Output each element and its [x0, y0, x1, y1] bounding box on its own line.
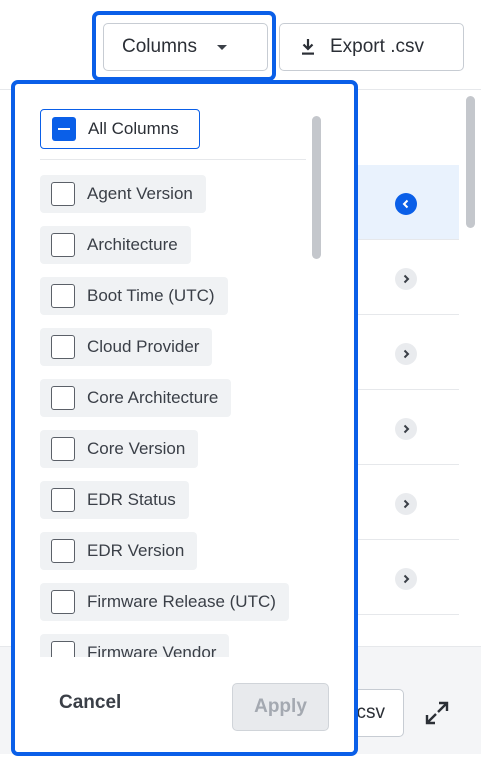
column-option-edr-version[interactable]: EDR Version — [40, 532, 198, 570]
dropdown-footer: Cancel Apply — [15, 657, 354, 752]
caret-down-icon — [216, 44, 227, 50]
checkbox-icon — [51, 386, 75, 410]
column-option-label: Firmware Vendor — [87, 643, 217, 657]
table-row[interactable] — [355, 390, 459, 465]
all-columns-divider — [40, 159, 306, 160]
download-icon — [302, 39, 314, 55]
fullscreen-button[interactable] — [421, 697, 453, 729]
column-option-core-architecture[interactable]: Core Architecture — [40, 379, 232, 417]
checkbox-icon — [51, 335, 75, 359]
checkbox-icon — [51, 284, 75, 308]
column-option-label: Core Architecture — [87, 388, 219, 407]
column-option-firmware-vendor[interactable]: Firmware Vendor — [40, 634, 230, 657]
column-option-label: Core Version — [87, 439, 186, 458]
apply-button[interactable]: Apply — [232, 683, 329, 731]
column-options-list: Agent Version Architecture Boot Time (UT… — [15, 175, 335, 657]
column-option-edr-status[interactable]: EDR Status — [40, 481, 189, 519]
checkbox-icon — [51, 539, 75, 563]
table-row[interactable] — [355, 540, 459, 615]
all-columns-label: All Columns — [88, 119, 179, 138]
row-collapse-button[interactable] — [395, 193, 417, 215]
table-row[interactable] — [355, 240, 459, 315]
chevron-right-icon — [403, 424, 410, 434]
row-expand-button[interactable] — [395, 493, 417, 515]
checkbox-icon — [51, 488, 75, 512]
column-option-architecture[interactable]: Architecture — [40, 226, 191, 264]
list-scrollbar-thumb[interactable] — [312, 116, 321, 259]
checkbox-icon — [51, 182, 75, 206]
row-expand-button[interactable] — [395, 268, 417, 290]
row-expand-button[interactable] — [395, 418, 417, 440]
columns-button[interactable]: Columns — [103, 23, 268, 71]
column-option-boot-time[interactable]: Boot Time (UTC) — [40, 277, 228, 315]
column-option-label: Agent Version — [87, 184, 193, 203]
chevron-right-icon — [403, 274, 410, 284]
all-columns-checkbox[interactable]: All Columns — [40, 109, 200, 149]
column-option-label: Architecture — [87, 235, 178, 254]
checkbox-icon — [51, 437, 75, 461]
chevron-right-icon — [403, 574, 410, 584]
checkbox-icon — [51, 590, 75, 614]
column-option-label: EDR Version — [87, 541, 185, 560]
row-expand-button[interactable] — [395, 343, 417, 365]
column-option-label: EDR Status — [87, 490, 176, 509]
export-csv-button[interactable]: Export .csv — [279, 23, 464, 71]
chevron-left-icon — [402, 199, 409, 209]
column-option-firmware-release[interactable]: Firmware Release (UTC) — [40, 583, 289, 621]
column-option-cloud-provider[interactable]: Cloud Provider — [40, 328, 213, 366]
expand-icon — [425, 701, 449, 725]
indeterminate-checkbox-icon — [52, 117, 76, 141]
columns-button-label: Columns — [122, 36, 197, 57]
column-option-label: Cloud Provider — [87, 337, 200, 356]
row-expand-button[interactable] — [395, 568, 417, 590]
chevron-right-icon — [403, 499, 410, 509]
column-option-label: Boot Time (UTC) — [87, 286, 215, 305]
chevron-right-icon — [403, 349, 410, 359]
page-scrollbar-thumb[interactable] — [466, 96, 475, 228]
table-row[interactable] — [355, 315, 459, 390]
column-option-agent-version[interactable]: Agent Version — [40, 175, 206, 213]
checkbox-icon — [51, 233, 75, 257]
column-option-label: Firmware Release (UTC) — [87, 592, 276, 611]
table-row[interactable] — [355, 465, 459, 540]
column-option-core-version[interactable]: Core Version — [40, 430, 199, 468]
columns-dropdown: All Columns Agent Version Architecture B… — [11, 80, 358, 756]
export-csv-secondary-label: csv — [356, 702, 386, 723]
table-row[interactable] — [355, 165, 459, 240]
checkbox-icon — [51, 641, 75, 657]
cancel-button[interactable]: Cancel — [59, 692, 121, 714]
export-csv-label: Export .csv — [330, 36, 424, 57]
